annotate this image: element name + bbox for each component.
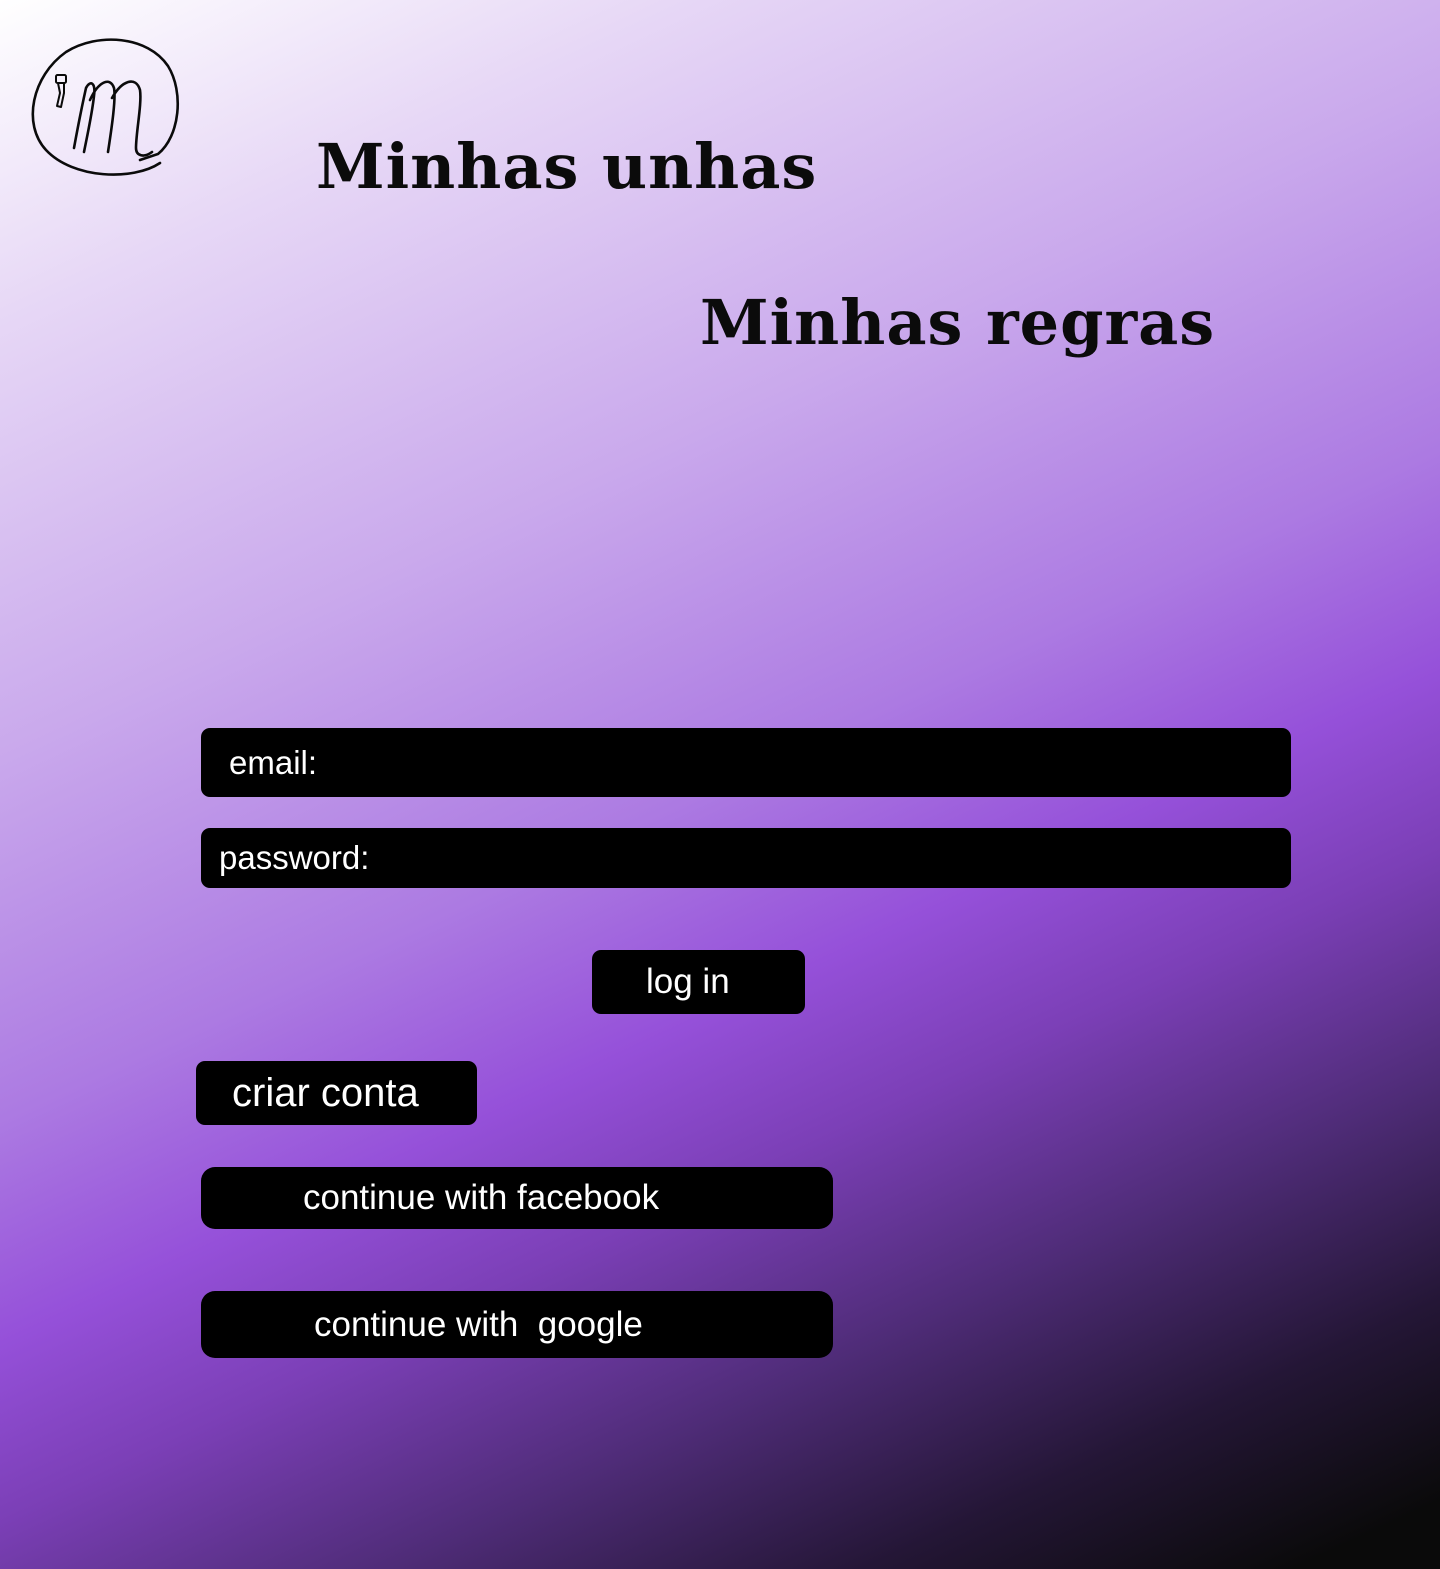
password-label: password:	[219, 839, 370, 876]
create-account-button[interactable]: criar conta	[196, 1061, 477, 1125]
login-button[interactable]: log in	[592, 950, 805, 1014]
password-field[interactable]: password:	[201, 827, 1291, 889]
email-input[interactable]	[317, 727, 1291, 798]
email-field[interactable]: email:	[201, 727, 1291, 798]
brand-logo-icon	[31, 38, 179, 176]
page-subtitle: Minhas regras	[700, 286, 1216, 359]
continue-with-google-button[interactable]: continue with google	[201, 1291, 833, 1358]
continue-with-facebook-button[interactable]: continue with facebook	[201, 1167, 833, 1229]
password-input[interactable]	[369, 827, 1291, 889]
email-label: email:	[229, 743, 318, 781]
page-title: Minhas unhas	[316, 130, 818, 203]
